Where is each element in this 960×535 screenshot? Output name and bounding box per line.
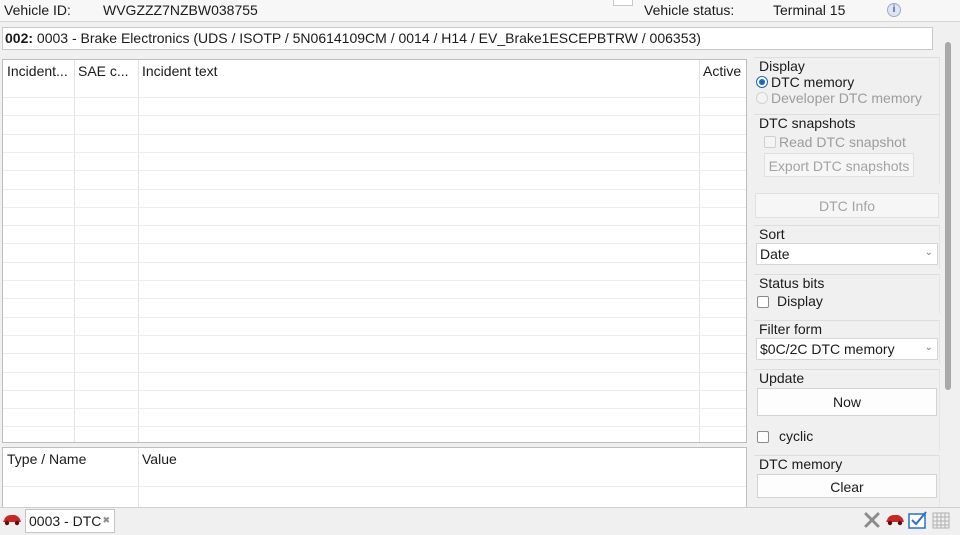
row-divider: [3, 486, 746, 487]
update-group: Update Now cyclic: [754, 369, 940, 451]
dtc-memory-title: DTC memory: [759, 456, 843, 472]
read-dtc-snapshot-label[interactable]: Read DTC snapshot: [779, 134, 906, 150]
filter-form-select[interactable]: $0C/2C DTC memory ⌄: [756, 338, 938, 360]
close-tab-icon[interactable]: ✖: [102, 515, 110, 526]
checklist-icon[interactable]: [908, 511, 928, 529]
chevron-down-icon: ⌄: [924, 342, 933, 353]
status-bits-display-label[interactable]: Display: [777, 293, 823, 309]
display-group: Display DTC memory Developer DTC memory: [754, 57, 940, 115]
vehicle-status-value: Terminal 15: [773, 2, 846, 18]
sort-title: Sort: [759, 226, 785, 242]
column-header-type-name[interactable]: Type / Name: [3, 448, 138, 470]
car-icon[interactable]: [885, 513, 905, 527]
export-dtc-snapshots-button[interactable]: Export DTC snapshots: [764, 153, 914, 177]
update-now-button[interactable]: Now: [757, 388, 937, 416]
column-header-incident-text[interactable]: Incident text: [138, 60, 698, 82]
developer-dtc-memory-radio-label[interactable]: Developer DTC memory: [771, 90, 922, 106]
sort-select[interactable]: Date ⌄: [756, 243, 938, 265]
ecu-description: 0003 - Brake Electronics (UDS / ISOTP / …: [36, 30, 701, 46]
row-divider: [3, 134, 746, 135]
vehicle-id-label: Vehicle ID:: [4, 2, 71, 18]
dtc-snapshots-title: DTC snapshots: [759, 115, 856, 131]
column-divider: [138, 60, 139, 442]
row-divider: [3, 207, 746, 208]
dtc-info-button[interactable]: DTC Info: [755, 193, 939, 218]
car-icon: [3, 515, 21, 526]
column-header-value[interactable]: Value: [138, 448, 438, 470]
filter-form-group: Filter form $0C/2C DTC memory ⌄: [754, 320, 940, 364]
column-header-active[interactable]: Active: [699, 60, 746, 82]
row-divider: [3, 353, 746, 354]
read-dtc-snapshot-checkbox[interactable]: [764, 136, 776, 148]
close-x-icon[interactable]: [864, 512, 880, 528]
row-divider: [3, 408, 746, 409]
row-divider: [3, 280, 746, 281]
grid-icon[interactable]: [932, 512, 950, 529]
update-title: Update: [759, 370, 805, 386]
row-divider: [3, 335, 746, 336]
row-divider: [3, 189, 746, 190]
row-divider: [3, 317, 746, 318]
bottom-tab-bar: [0, 507, 960, 535]
dtc-memory-radio-label[interactable]: DTC memory: [771, 74, 854, 90]
status-bits-group: Status bits Display: [754, 274, 940, 314]
row-divider: [3, 97, 746, 98]
display-title: Display: [759, 58, 805, 74]
developer-dtc-memory-radio[interactable]: [756, 92, 768, 104]
row-divider: [3, 372, 746, 373]
row-divider: [3, 426, 746, 427]
vehicle-info-bar: Vehicle ID: WVGZZZ7NZBW038755 Vehicle st…: [0, 0, 960, 22]
vehicle-status-label: Vehicle status:: [644, 2, 735, 18]
row-divider: [3, 243, 746, 244]
row-divider: [3, 390, 746, 391]
sort-group: Sort Date ⌄: [754, 225, 940, 269]
scrollbar-thumb[interactable]: [945, 42, 951, 390]
dtc-memory-radio[interactable]: [756, 76, 768, 88]
column-header-sae-code[interactable]: SAE c...: [74, 60, 140, 82]
collapse-button[interactable]: [613, 0, 633, 6]
row-divider: [3, 170, 746, 171]
row-divider: [3, 262, 746, 263]
sort-selected-value: Date: [760, 246, 790, 262]
row-divider: [3, 225, 746, 226]
dtc-memory-group: DTC memory Clear: [754, 455, 940, 507]
column-divider: [699, 60, 700, 442]
dtc-snapshots-group: DTC snapshots Read DTC snapshot Export D…: [754, 114, 940, 184]
vehicle-id-value: WVGZZZ7NZBW038755: [103, 2, 258, 18]
column-header-incident[interactable]: Incident...: [3, 60, 75, 82]
cyclic-label[interactable]: cyclic: [779, 428, 813, 444]
column-divider: [138, 448, 139, 507]
status-bits-display-checkbox[interactable]: [757, 296, 769, 308]
column-divider: [74, 60, 75, 442]
row-divider: [3, 152, 746, 153]
info-icon[interactable]: i: [887, 3, 901, 17]
status-bits-title: Status bits: [759, 275, 825, 291]
row-divider: [3, 298, 746, 299]
filter-form-title: Filter form: [759, 321, 822, 337]
tab-dtc-label: 0003 - DTC: [29, 513, 102, 529]
cyclic-checkbox[interactable]: [757, 431, 769, 443]
clear-dtc-memory-button[interactable]: Clear: [757, 474, 937, 498]
ecu-header: 002: 0003 - Brake Electronics (UDS / ISO…: [2, 27, 933, 50]
tab-dtc[interactable]: 0003 - DTC ✖: [25, 509, 115, 533]
incident-table[interactable]: Incident... SAE c... Incident text Activ…: [2, 59, 747, 443]
detail-table[interactable]: Type / Name Value: [2, 447, 747, 507]
ecu-number: 002:: [5, 30, 34, 46]
row-divider: [3, 115, 746, 116]
filter-form-selected-value: $0C/2C DTC memory: [760, 341, 895, 357]
chevron-down-icon: ⌄: [924, 247, 933, 258]
